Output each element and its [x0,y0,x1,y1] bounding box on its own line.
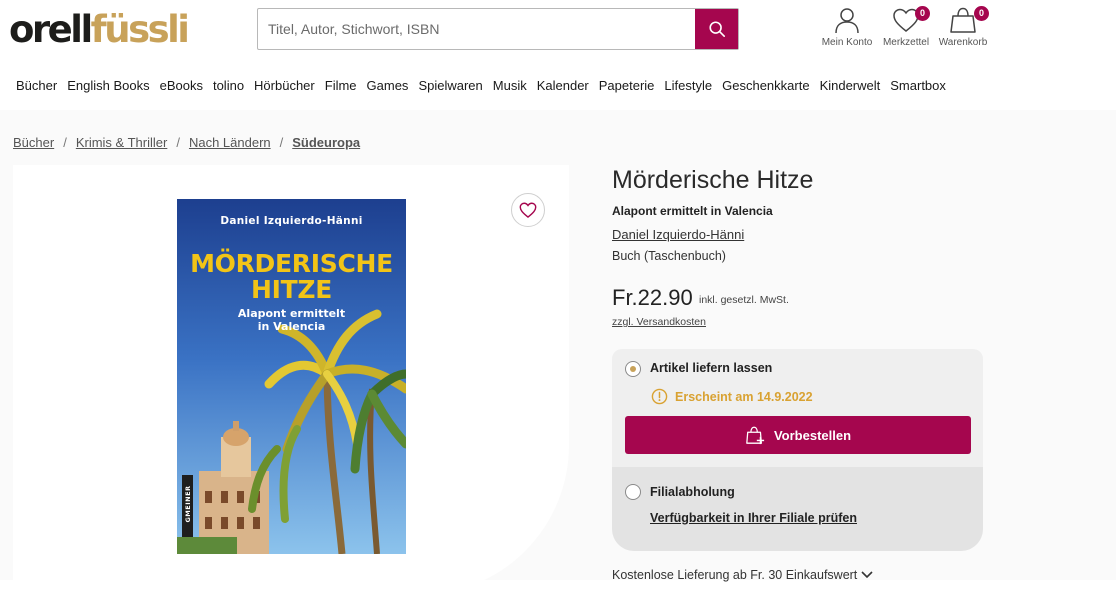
breadcrumb: Bücher / Krimis & Thriller / Nach Länder… [13,135,360,150]
release-notice: Erscheint am 14.9.2022 [651,388,813,405]
account-label: Mein Konto [821,37,873,48]
cover-title: MÖRDERISCHE HITZE [190,249,393,304]
cover-subtitle: Alapont ermittelt in Valencia [237,307,346,333]
cart-label: Warenkorb [938,37,988,48]
vat-note: inkl. gesetzl. MwSt. [699,294,789,306]
book-cover-image[interactable]: Daniel Izquierdo-Hänni MÖRDERISCHE HITZE… [177,199,406,554]
breadcrumb-item[interactable]: Nach Ländern [189,135,271,150]
nav-item[interactable]: Bücher [16,78,57,93]
pickup-radio[interactable] [625,484,641,500]
search-bar [257,8,739,50]
preorder-button-label: Vorbestellen [773,427,852,443]
breadcrumb-separator: / [63,135,67,150]
cover-author: Daniel Izquierdo-Hänni [220,215,363,227]
cart-button[interactable]: Warenkorb 0 [933,6,993,52]
product-author-link[interactable]: Daniel Izquierdo-Hänni [612,227,744,242]
chevron-down-icon [861,571,873,579]
product-title: Mörderische Hitze [612,166,814,194]
logo[interactable]: orell füssli [9,8,190,51]
cover-publisher-strip: GMEINER [182,475,193,537]
account-button[interactable]: Mein Konto [817,6,877,52]
nav-item[interactable]: Lifestyle [664,78,712,93]
breadcrumb-item[interactable]: Krimis & Thriller [76,135,168,150]
search-button[interactable] [695,9,738,49]
delivery-option-label[interactable]: Artikel liefern lassen [650,361,772,375]
user-icon [835,8,859,34]
nav-item[interactable]: Kinderwelt [820,78,881,93]
heart-icon [519,202,537,218]
release-date-text: Erscheint am 14.9.2022 [675,389,813,404]
logo-part-2: füssli [90,8,190,51]
breadcrumb-item[interactable]: Bücher [13,135,54,150]
bag-icon [950,7,976,33]
nav-item[interactable]: Papeterie [599,78,655,93]
nav-item[interactable]: Games [367,78,409,93]
wishlist-count-badge: 0 [915,6,930,21]
logo-part-1: orell [9,8,93,51]
nav-item[interactable]: Filme [325,78,357,93]
shipping-costs-link[interactable]: zzgl. Versandkosten [612,316,706,328]
product-price: Fr.22.90 [612,285,693,310]
breadcrumb-current[interactable]: Südeuropa [292,135,360,150]
nav-item[interactable]: tolino [213,78,244,93]
alert-circle-icon [651,388,668,405]
cart-plus-icon [746,426,765,445]
nav-item[interactable]: eBooks [160,78,203,93]
cover-publisher: GMEINER [184,485,192,523]
search-input[interactable] [258,9,696,49]
wishlist-button[interactable]: Merkzettel 0 [876,6,936,52]
nav-item[interactable]: Musik [493,78,527,93]
nav-item[interactable]: English Books [67,78,149,93]
search-icon [708,21,725,38]
breadcrumb-separator: / [279,135,284,150]
wishlist-label: Merkzettel [882,37,930,48]
nav-item[interactable]: Spielwaren [418,78,482,93]
delivery-radio[interactable] [625,361,641,377]
nav-item[interactable]: Smartbox [890,78,946,93]
nav-item[interactable]: Kalender [537,78,589,93]
nav-item[interactable]: Geschenkkarte [722,78,809,93]
add-to-wishlist-button[interactable] [511,193,545,227]
breadcrumb-separator: / [176,135,180,150]
pickup-option-box [612,467,983,551]
nav-item[interactable]: Hörbücher [254,78,315,93]
pickup-option-label[interactable]: Filialabholung [650,485,735,499]
product-subtitle: Alapont ermittelt in Valencia [612,204,773,218]
product-format: Buch (Taschenbuch) [612,249,726,263]
cart-count-badge: 0 [974,6,989,21]
main-nav: Bücher English Books eBooks tolino Hörbü… [16,78,946,93]
site-header: orellfüssli Mein Konto Merkzettel 0 Ware… [0,0,1116,110]
check-store-availability-link[interactable]: Verfügbarkeit in Ihrer Filiale prüfen [650,511,857,525]
preorder-button[interactable]: Vorbestellen [625,416,971,454]
